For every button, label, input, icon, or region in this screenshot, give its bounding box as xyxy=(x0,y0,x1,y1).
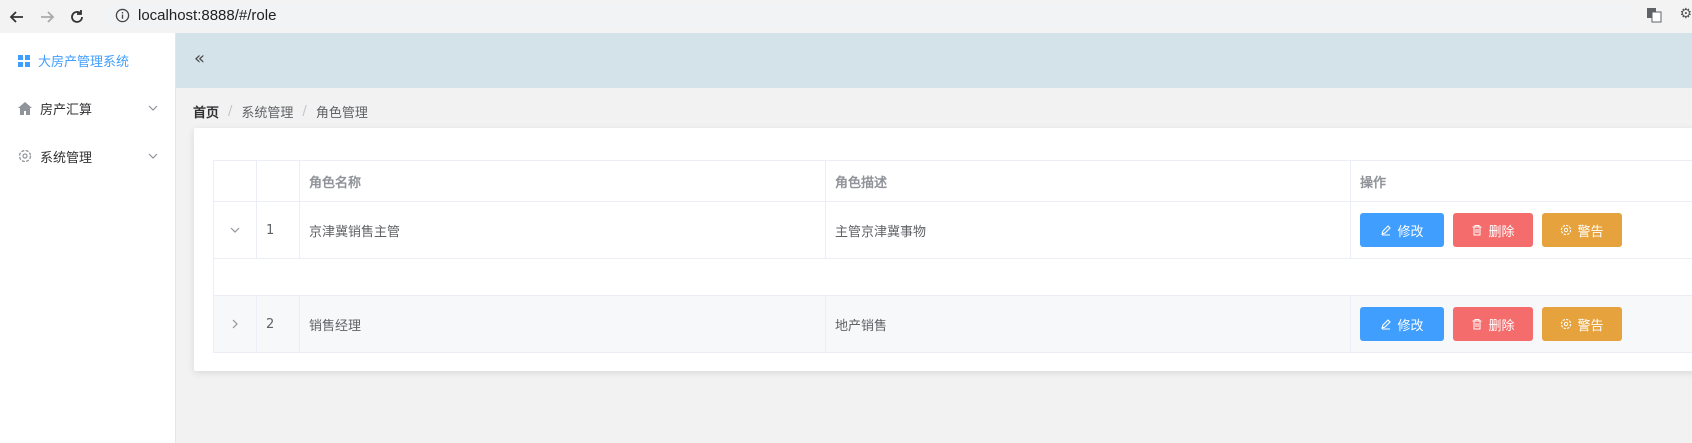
brand-title: 大房产管理系统 xyxy=(38,55,130,70)
address-bar[interactable]: localhost:8888/#/role xyxy=(105,3,1635,29)
edit-icon xyxy=(1381,319,1392,330)
edit-icon xyxy=(1381,225,1392,236)
translate-icon[interactable] xyxy=(1646,7,1662,27)
row-actions: 修改 删除 警告 xyxy=(1351,202,1692,258)
chevron-down-icon xyxy=(230,227,240,233)
header-actions: 操作 xyxy=(1360,175,1387,191)
warn-label: 警告 xyxy=(1577,224,1604,240)
expanded-row-content xyxy=(214,259,1692,296)
home-icon xyxy=(18,101,32,115)
info-icon[interactable] xyxy=(115,8,130,27)
arrow-left-icon xyxy=(9,11,23,23)
forward-button[interactable] xyxy=(36,6,58,28)
url-text: localhost:8888/#/role xyxy=(138,7,277,24)
row-index: 1 xyxy=(257,202,300,258)
expand-toggle[interactable] xyxy=(214,202,257,258)
delete-label: 删除 xyxy=(1488,224,1515,240)
warn-button[interactable]: 警告 xyxy=(1542,213,1622,247)
arrow-right-icon xyxy=(41,11,55,23)
edit-button[interactable]: 修改 xyxy=(1360,213,1444,247)
header-expand xyxy=(214,161,257,201)
role-table: 角色名称 角色描述 操作 1 京津冀销售主管 主管京津冀事物 修改 删除 警告 … xyxy=(213,160,1692,353)
edit-button[interactable]: 修改 xyxy=(1360,307,1444,341)
row-role-desc: 地产销售 xyxy=(826,296,1351,352)
back-button[interactable] xyxy=(6,6,28,28)
gear-icon xyxy=(1561,318,1572,330)
trash-icon xyxy=(1472,319,1482,330)
chevron-down-icon xyxy=(148,149,158,164)
breadcrumb-separator: / xyxy=(302,104,307,119)
settings-icon[interactable]: ⚙ xyxy=(1679,6,1692,22)
breadcrumb-system: 系统管理 xyxy=(241,106,294,121)
header-role-desc: 角色描述 xyxy=(826,161,1351,201)
warn-button[interactable]: 警告 xyxy=(1542,307,1622,341)
breadcrumb-role: 角色管理 xyxy=(315,106,368,121)
header-role-name: 角色名称 xyxy=(300,161,826,201)
row-actions: 修改 删除 警告 xyxy=(1351,296,1692,352)
header-index xyxy=(257,161,300,201)
warn-label: 警告 xyxy=(1577,318,1604,334)
table-header: 角色名称 角色描述 操作 xyxy=(214,161,1692,202)
delete-button[interactable]: 删除 xyxy=(1453,213,1533,247)
sidebar: 大房产管理系统 房产汇算 系统管理 xyxy=(0,33,176,443)
grid-icon xyxy=(18,54,30,67)
breadcrumb-home[interactable]: 首页 xyxy=(193,102,219,121)
table-row: 1 京津冀销售主管 主管京津冀事物 修改 删除 警告 xyxy=(214,202,1692,259)
row-role-desc: 主管京津冀事物 xyxy=(826,202,1351,258)
collapse-sidebar-button[interactable]: « xyxy=(194,49,205,69)
sidebar-item-label: 系统管理 xyxy=(40,150,93,166)
brand[interactable]: 大房产管理系统 xyxy=(18,51,129,70)
top-header: « xyxy=(176,33,1692,88)
browser-toolbar: localhost:8888/#/role ⚙ xyxy=(0,0,1692,34)
row-index: 2 xyxy=(257,296,300,352)
chevron-right-icon xyxy=(232,319,238,329)
row-role-name: 京津冀销售主管 xyxy=(300,202,826,258)
sidebar-item-label: 房产汇算 xyxy=(40,102,93,118)
edit-label: 修改 xyxy=(1397,318,1424,334)
table-row: 2 销售经理 地产销售 修改 删除 警告 xyxy=(214,296,1692,353)
breadcrumb-separator: / xyxy=(228,104,233,119)
reload-button[interactable] xyxy=(66,6,88,28)
gear-icon xyxy=(18,149,32,163)
delete-label: 删除 xyxy=(1488,318,1515,334)
row-role-name: 销售经理 xyxy=(300,296,826,352)
sidebar-item-property[interactable]: 房产汇算 xyxy=(18,98,158,118)
sidebar-item-system[interactable]: 系统管理 xyxy=(18,146,158,166)
delete-button[interactable]: 删除 xyxy=(1453,307,1533,341)
gear-icon xyxy=(1561,224,1572,236)
trash-icon xyxy=(1472,225,1482,236)
chevron-down-icon xyxy=(148,101,158,116)
breadcrumb: 首页 / 系统管理 / 角色管理 xyxy=(193,102,368,121)
expand-toggle[interactable] xyxy=(214,296,257,352)
reload-icon xyxy=(71,10,83,23)
edit-label: 修改 xyxy=(1397,224,1424,240)
content-card: 角色名称 角色描述 操作 1 京津冀销售主管 主管京津冀事物 修改 删除 警告 … xyxy=(194,128,1692,371)
